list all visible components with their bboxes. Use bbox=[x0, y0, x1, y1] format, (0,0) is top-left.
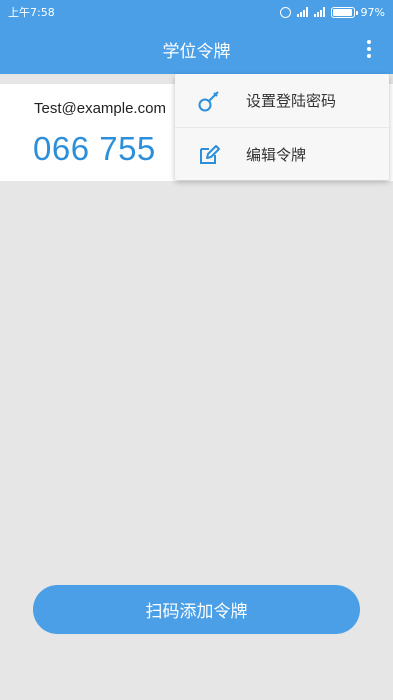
token-account: Test@example.com bbox=[34, 100, 166, 117]
status-bar: 上午7:58 97% bbox=[0, 0, 393, 24]
scan-add-token-button[interactable]: 扫码添加令牌 bbox=[33, 585, 360, 634]
app-screen: 上午7:58 97% 学位令牌 Test@example.com 066 755 bbox=[0, 0, 393, 700]
signal-icon-2 bbox=[313, 7, 325, 17]
key-icon bbox=[198, 91, 219, 112]
more-vert-icon[interactable] bbox=[361, 38, 377, 60]
app-bar: 学位令牌 bbox=[0, 24, 393, 74]
battery-icon bbox=[330, 6, 358, 18]
signal-icon bbox=[296, 7, 308, 17]
token-code: 066 755 bbox=[33, 130, 156, 167]
menu-item-edit-token[interactable]: 编辑令牌 bbox=[175, 127, 389, 180]
status-time: 上午7:58 bbox=[8, 6, 55, 19]
status-icons: 97% bbox=[279, 5, 385, 19]
battery-percent: 97% bbox=[360, 5, 385, 19]
alarm-icon bbox=[279, 6, 291, 18]
menu-item-label: 设置登陆密码 bbox=[246, 92, 337, 110]
app-title: 学位令牌 bbox=[162, 41, 231, 62]
menu-item-set-password[interactable]: 设置登陆密码 bbox=[175, 74, 389, 127]
edit-icon bbox=[200, 145, 220, 164]
overflow-menu: 设置登陆密码 编辑令牌 bbox=[175, 74, 389, 180]
menu-item-label: 编辑令牌 bbox=[246, 145, 307, 164]
